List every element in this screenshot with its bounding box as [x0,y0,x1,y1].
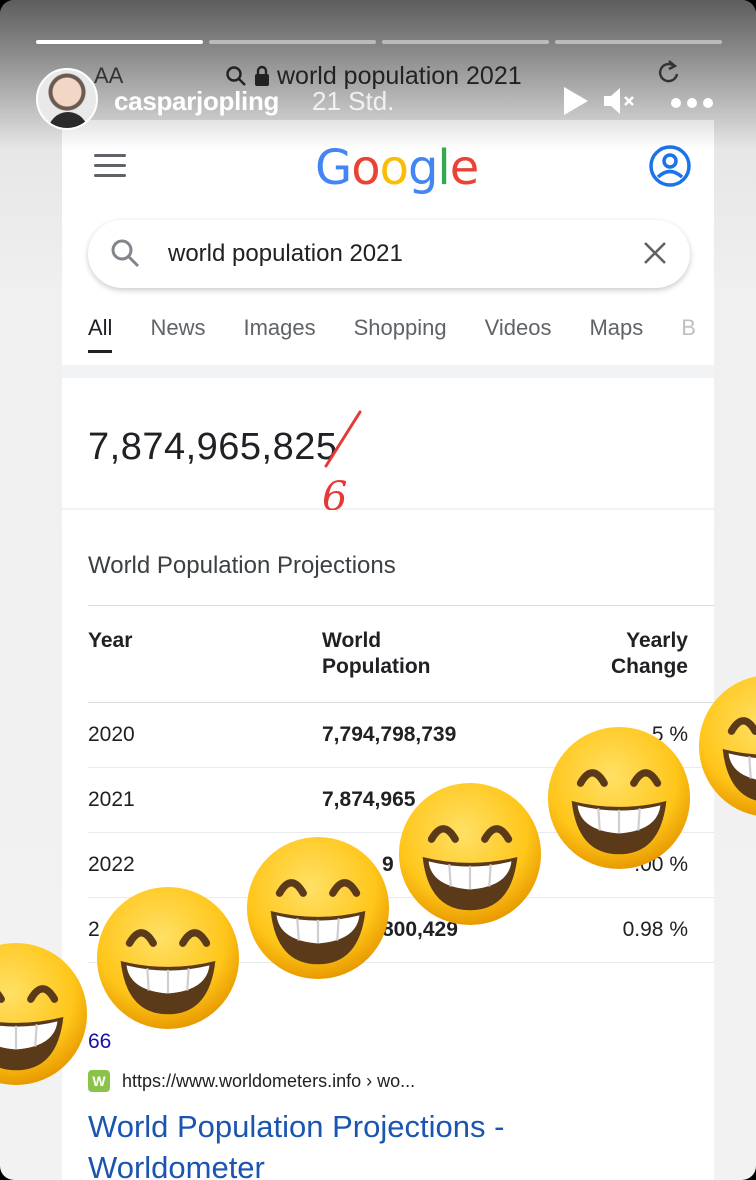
search-box: world population 2021 [88,220,690,288]
progress-segment [555,40,722,44]
logo-letter: e [449,140,480,196]
grinning-emoji [545,724,693,872]
grinning-emoji [396,780,544,928]
tab-images: Images [243,315,316,340]
progress-segment [382,40,549,44]
menu-icon [94,154,126,184]
header-change: Yearly Change [544,606,714,703]
story-progress [36,40,722,44]
google-logo: Google [315,140,480,196]
story-header: casparjopling 21 Std. [36,66,726,136]
handwritten-correction: 6 [322,410,362,516]
more-link: 66 [88,1030,112,1053]
logo-letter: o [379,140,409,196]
cell-year: 2020 [88,702,322,768]
tab-maps: Maps [589,315,644,340]
progress-fill [36,40,203,44]
post-time: 21 Std. [312,86,395,116]
grinning-emoji [696,672,756,820]
tab-shopping: Shopping [353,315,447,340]
header-year: Year [88,606,322,703]
grinning-emoji [0,940,90,1088]
account-icon [648,144,692,193]
more-options-icon[interactable] [670,96,714,114]
population-card: 7,874,965,825 6 [62,378,714,516]
google-header: Google world population 2021 All News Im… [62,120,714,365]
username[interactable]: casparjopling [114,86,279,117]
logo-letter: l [437,140,450,196]
progress-segment [36,40,203,44]
grinning-emoji [94,884,242,1032]
progress-segment [209,40,376,44]
tab-more: B [681,315,696,340]
cell-change: 0.98 % [544,897,714,963]
table-header-row: Year World Population Yearly Change [88,606,714,703]
tab-news: News [150,315,206,340]
avatar[interactable] [36,68,98,130]
logo-letter: G [315,140,352,196]
clear-icon [642,240,668,271]
result-source: W https://www.worldometers.info › wo... [88,1070,415,1092]
tab-videos: Videos [484,315,552,340]
mute-icon[interactable] [602,84,638,123]
projections-title: World Population Projections [88,552,396,579]
tab-all: All [88,315,113,353]
search-icon [110,238,140,273]
logo-letter: o [351,140,380,196]
cell-population: 7,794,798,739 [322,702,544,768]
header-population: World Population [322,606,544,703]
result-title: World Population Projections - Worldomet… [88,1109,505,1180]
grinning-emoji [244,834,392,982]
play-icon[interactable] [558,84,592,123]
logo-letter: g [407,140,438,196]
cell-year: 2021 [88,767,322,833]
population-number: 7,874,965,825 [88,426,338,468]
tab-strip: All News Images Shopping Videos Maps B [62,305,714,355]
story-viewer: Google world population 2021 All News Im… [0,0,756,1180]
favicon-icon: W [88,1070,110,1092]
search-query: world population 2021 [168,240,403,267]
result-url: https://www.worldometers.info › wo... [122,1070,416,1091]
